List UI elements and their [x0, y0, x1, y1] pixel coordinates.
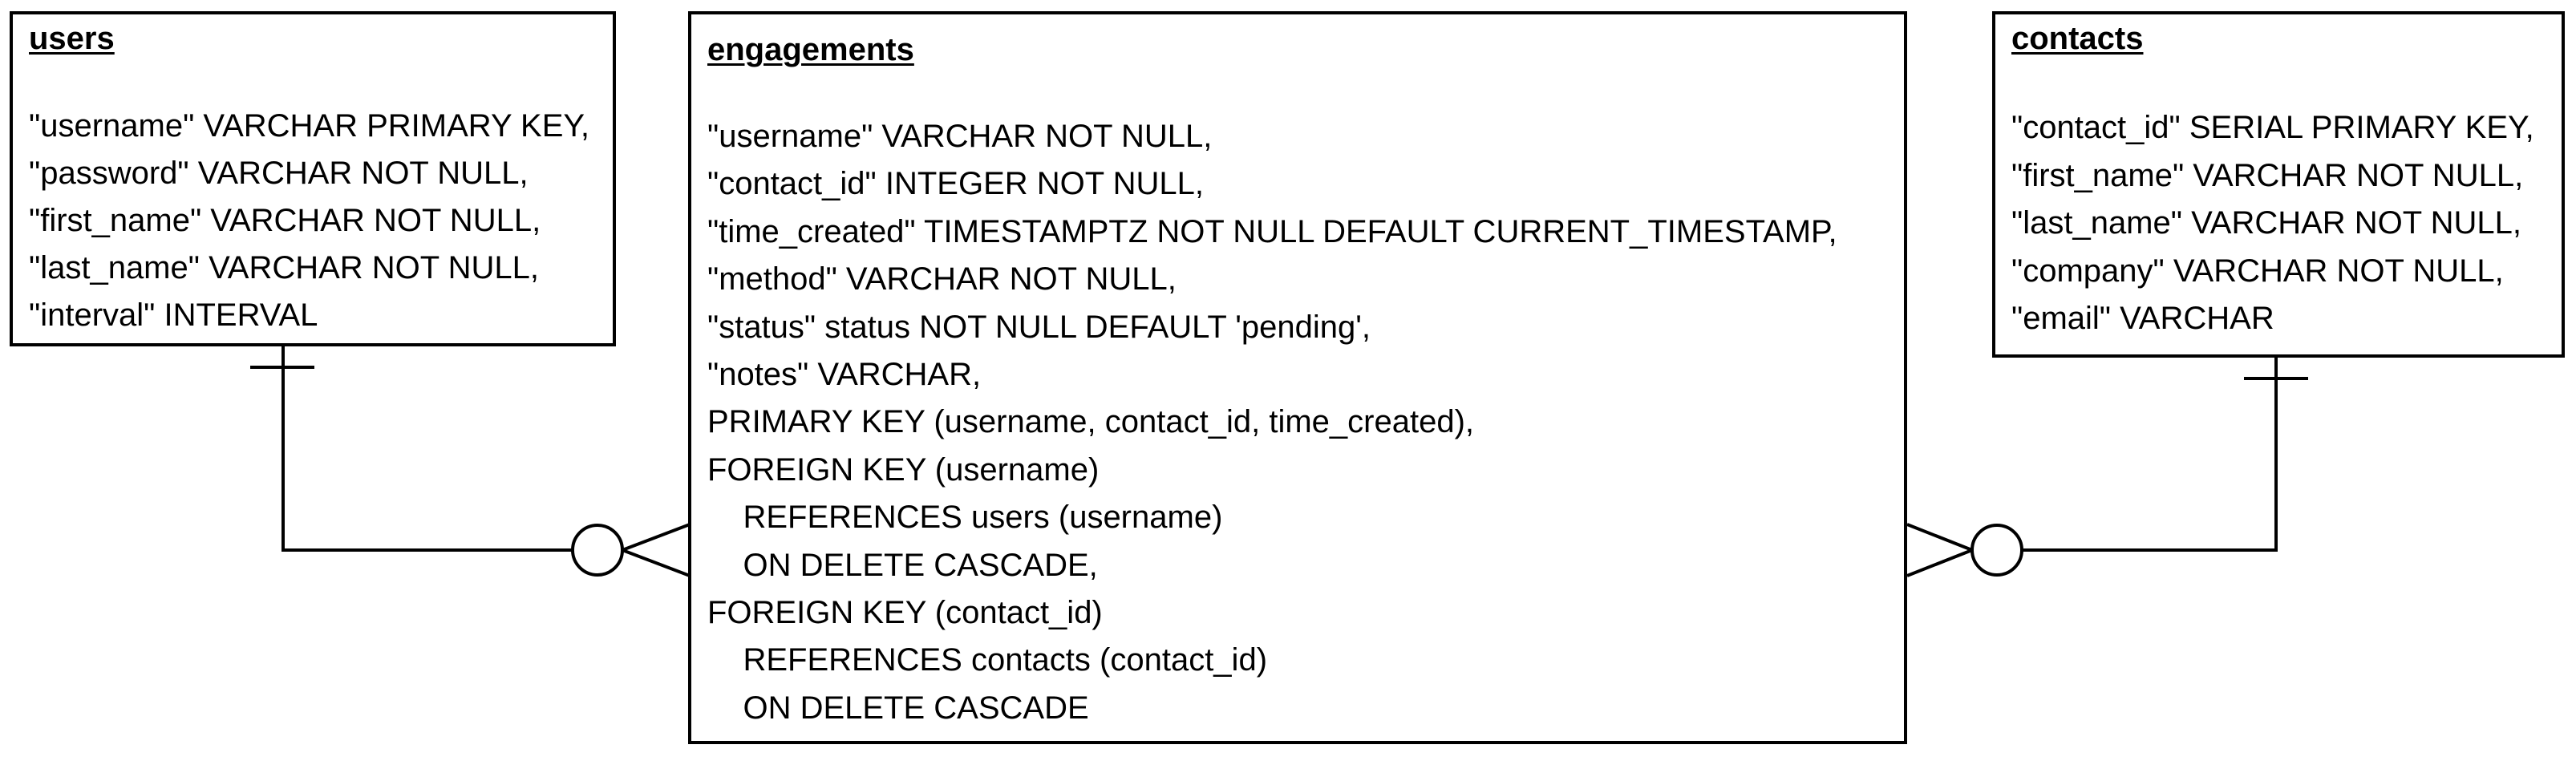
contacts-column-last-name: "last_name" VARCHAR NOT NULL,	[2011, 205, 2521, 241]
engagements-column-username: "username" VARCHAR NOT NULL,	[707, 119, 1213, 154]
engagements-foreign-key-username: FOREIGN KEY (username)	[707, 451, 1100, 488]
relationship-contacts-engagements	[1906, 358, 2308, 577]
contacts-entity: contacts "contact_id" SERIAL PRIMARY KEY…	[1992, 11, 2565, 358]
contacts-column-list: "contact_id" SERIAL PRIMARY KEY, "first_…	[2011, 104, 2562, 343]
engagements-column-time-created: "time_created" TIMESTAMPTZ NOT NULL DEFA…	[707, 213, 1837, 249]
users-column-last-name: "last_name" VARCHAR NOT NULL,	[29, 250, 539, 285]
relationship-users-engagements	[250, 346, 691, 577]
engagements-column-method: "method" VARCHAR NOT NULL,	[707, 261, 1177, 297]
contacts-column-contact-id: "contact_id" SERIAL PRIMARY KEY,	[2011, 110, 2534, 145]
engagements-column-contact-id: "contact_id" INTEGER NOT NULL,	[707, 166, 1204, 202]
contacts-engagements-zero-circle	[1970, 524, 2023, 577]
engagements-foreign-key-contact-id: FOREIGN KEY (contact_id)	[707, 595, 1103, 631]
users-column-password: "password" VARCHAR NOT NULL,	[29, 156, 529, 191]
contacts-engagements-many-lower	[1906, 548, 1973, 577]
contacts-engagements-line	[2023, 358, 2278, 552]
engagements-on-delete-users: ON DELETE CASCADE,	[707, 547, 1098, 583]
engagements-entity: engagements "username" VARCHAR NOT NULL,…	[688, 11, 1907, 744]
users-engagements-zero-circle	[571, 524, 624, 577]
contacts-column-company: "company" VARCHAR NOT NULL,	[2011, 253, 2504, 289]
contacts-entity-name: contacts	[2011, 21, 2144, 56]
engagements-column-status: "status" status NOT NULL DEFAULT 'pendin…	[707, 309, 1371, 345]
users-column-username: "username" VARCHAR PRIMARY KEY,	[29, 108, 590, 144]
users-column-interval: "interval" INTERVAL	[29, 297, 318, 333]
users-entity-name: users	[29, 21, 115, 56]
engagements-references-users: REFERENCES users (username)	[707, 500, 1223, 536]
engagements-column-list: "username" VARCHAR NOT NULL, "contact_id…	[707, 113, 1904, 732]
users-engagements-line	[281, 346, 572, 552]
engagements-primary-key: PRIMARY KEY (username, contact_id, time_…	[707, 404, 1474, 440]
contacts-engagements-many-upper	[1906, 523, 1973, 552]
users-engagements-many-upper	[622, 523, 691, 552]
engagements-on-delete-contacts: ON DELETE CASCADE	[707, 690, 1089, 726]
users-engagements-many-lower	[622, 548, 691, 577]
engagements-entity-name: engagements	[707, 32, 914, 67]
engagements-references-contacts: REFERENCES contacts (contact_id)	[707, 642, 1268, 678]
contacts-column-first-name: "first_name" VARCHAR NOT NULL,	[2011, 157, 2524, 193]
engagements-column-notes: "notes" VARCHAR,	[707, 357, 982, 393]
contacts-column-email: "email" VARCHAR	[2011, 301, 2274, 336]
users-column-first-name: "first_name" VARCHAR NOT NULL,	[29, 203, 541, 238]
users-entity: users "username" VARCHAR PRIMARY KEY, "p…	[10, 11, 616, 346]
users-column-list: "username" VARCHAR PRIMARY KEY, "passwor…	[29, 103, 613, 339]
